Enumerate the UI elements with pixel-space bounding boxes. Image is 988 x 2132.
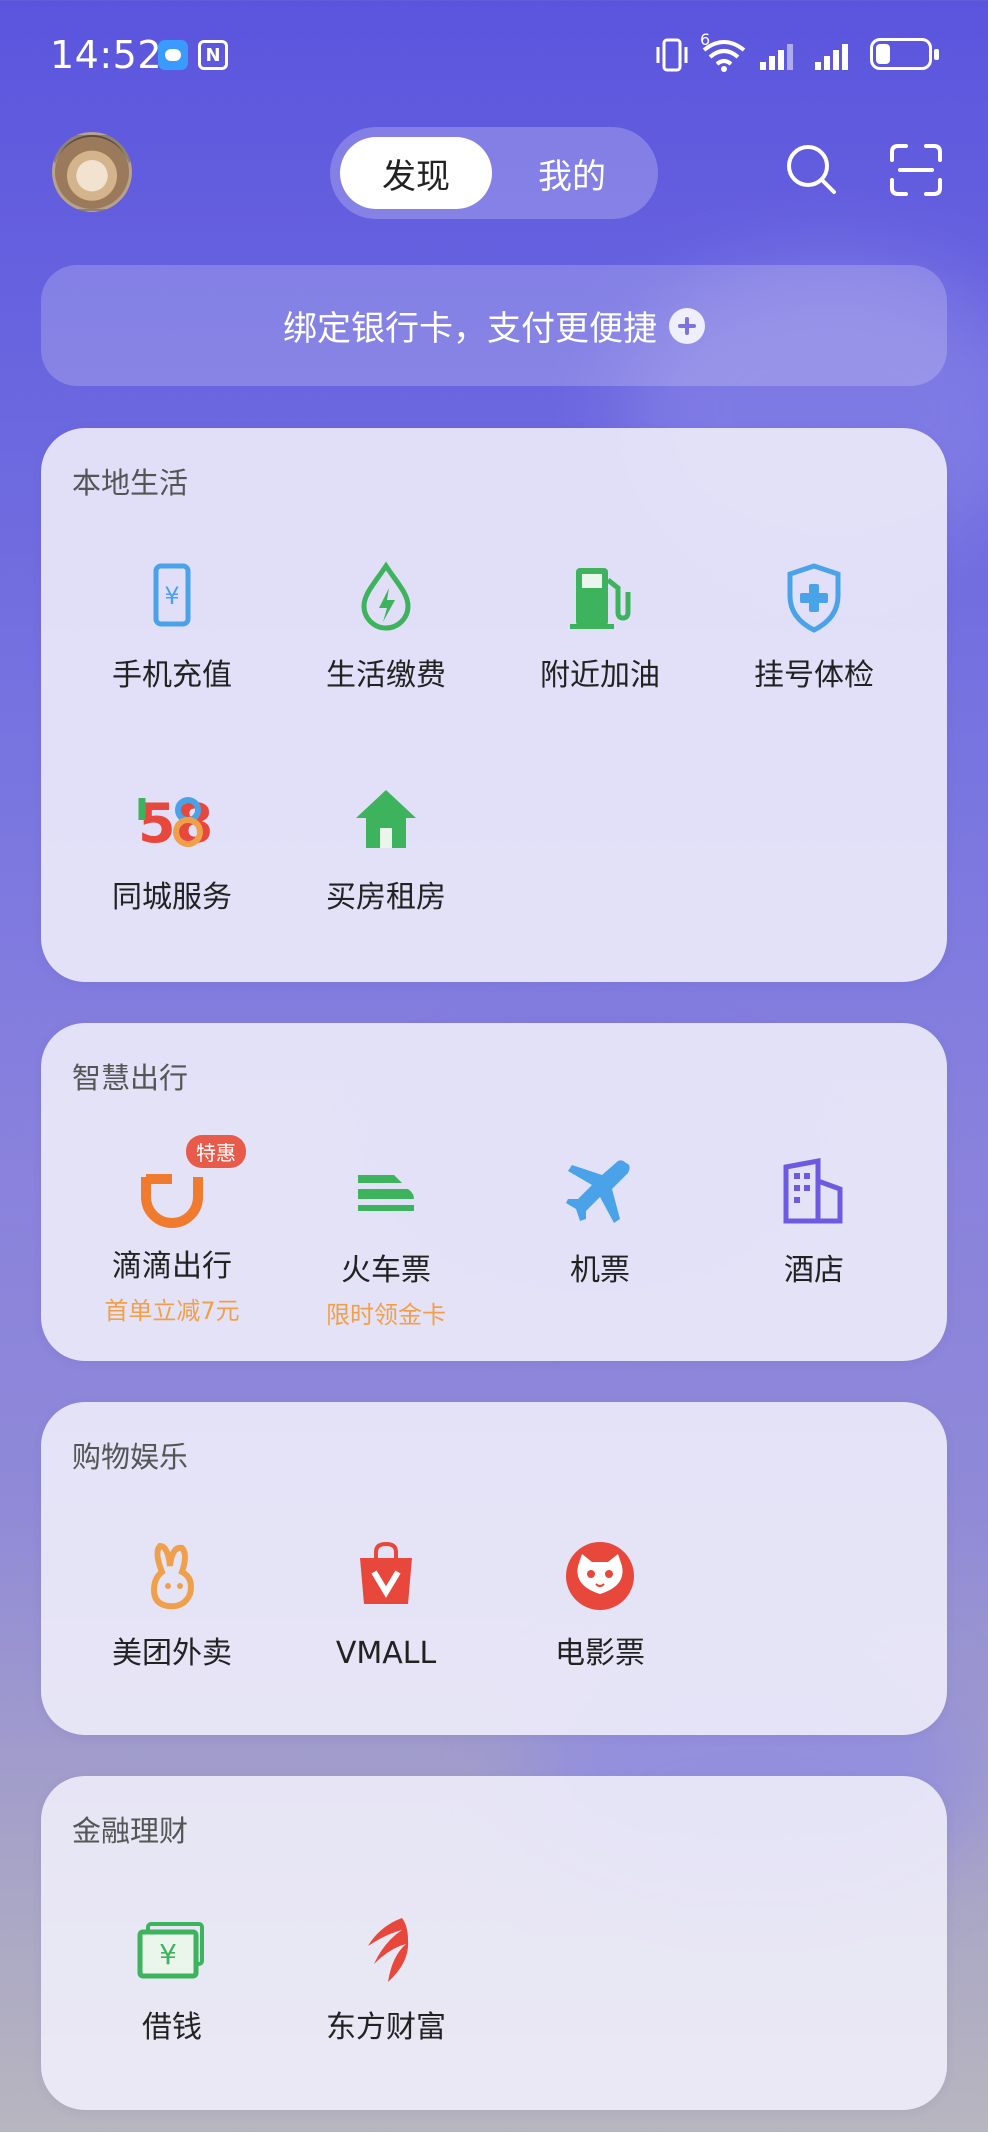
- search-icon[interactable]: [784, 142, 840, 198]
- vmall-bag-icon: [360, 1541, 412, 1604]
- bind-card-banner[interactable]: 绑定银行卡，支付更便捷: [41, 265, 947, 386]
- tile-utility-payment[interactable]: 生活缴费: [279, 558, 493, 696]
- tab-switcher: 发现 我的: [330, 127, 658, 219]
- phone-recharge-icon: ¥: [153, 563, 191, 627]
- tile-label: 美团外卖: [112, 1636, 232, 1671]
- tile-phone-recharge[interactable]: ¥ 手机充值: [65, 558, 279, 696]
- tile-label: 挂号体检: [754, 658, 874, 693]
- message-notification-icon: [158, 40, 188, 70]
- tile-label: 酒店: [784, 1253, 844, 1288]
- svg-text:58: 58: [138, 792, 212, 855]
- tile-label: 东方财富: [326, 2010, 446, 2045]
- tile-label: VMALL: [335, 1636, 437, 1671]
- medical-shield-icon: [787, 563, 841, 633]
- status-time: 14:52: [50, 33, 163, 77]
- tile-didi[interactable]: 特惠 滴滴出行 首单立减7元: [65, 1135, 279, 1326]
- tab-mine[interactable]: 我的: [496, 137, 648, 209]
- plus-circle-icon: [669, 307, 705, 344]
- wifi-6-label: 6: [700, 30, 711, 49]
- tile-promo: 首单立减7元: [104, 1297, 240, 1325]
- tile-label: 生活缴费: [326, 658, 446, 693]
- signal-1-icon: [760, 44, 793, 70]
- tile-meituan[interactable]: 美团外卖: [65, 1536, 279, 1674]
- tile-local-service[interactable]: 58 同城服务: [65, 780, 279, 918]
- hotel-icon: [783, 1157, 843, 1224]
- utility-payment-icon: [361, 561, 411, 631]
- svg-text:¥: ¥: [164, 582, 179, 610]
- tile-label: 电影票: [555, 1636, 645, 1671]
- eastmoney-icon: [368, 1918, 409, 1982]
- tile-vmall[interactable]: VMALL: [279, 1536, 493, 1674]
- avatar[interactable]: [52, 132, 132, 212]
- section-finance: 金融理财 ¥ 借钱 东方财富: [41, 1776, 947, 2110]
- train-icon: [358, 1175, 414, 1211]
- signal-2-icon: [815, 44, 848, 70]
- tile-movie[interactable]: 电影票: [493, 1536, 707, 1674]
- tab-discover[interactable]: 发现: [340, 137, 492, 209]
- airplane-icon: [566, 1160, 630, 1223]
- tile-medical[interactable]: 挂号体检: [707, 558, 921, 696]
- tile-eastmoney[interactable]: 东方财富: [279, 1910, 493, 2048]
- promo-badge: 特惠: [186, 1135, 246, 1168]
- tile-label: 附近加油: [540, 658, 660, 693]
- tile-label: 手机充值: [112, 658, 232, 693]
- tile-label: 火车票: [341, 1253, 431, 1288]
- tile-label: 借钱: [142, 2010, 202, 2045]
- section-shopping: 购物娱乐 美团外卖 VMALL 电影票: [41, 1402, 947, 1735]
- tile-flight[interactable]: 机票: [493, 1153, 707, 1291]
- vibrate-icon: [656, 38, 688, 72]
- movie-cat-icon: [566, 1542, 634, 1610]
- tile-housing[interactable]: 买房租房: [279, 780, 493, 918]
- tile-train[interactable]: 火车票 限时领金卡: [279, 1153, 493, 1330]
- status-bar: 14:52 N 6: [0, 0, 988, 110]
- section-local-life: 本地生活 ¥ 手机充值 生活缴费 附近加油 挂号体检 58 同城服务 买房租房: [41, 428, 947, 982]
- tile-label: 滴滴出行: [112, 1249, 232, 1284]
- battery-icon: [870, 38, 939, 70]
- tile-label: 买房租房: [326, 880, 446, 915]
- section-title: 智慧出行: [72, 1061, 189, 1095]
- section-travel: 智慧出行 特惠 滴滴出行 首单立减7元 火车票 限时领金卡 机票 酒店: [41, 1023, 947, 1361]
- 58-logo-icon: 58: [138, 792, 213, 855]
- tile-promo: 限时领金卡: [326, 1301, 446, 1329]
- money-icon: ¥: [137, 1922, 204, 1979]
- scan-icon[interactable]: [888, 142, 944, 198]
- tile-gas-station[interactable]: 附近加油: [493, 558, 707, 696]
- tile-borrow[interactable]: ¥ 借钱: [65, 1910, 279, 2048]
- bind-card-text: 绑定银行卡，支付更便捷: [283, 309, 657, 349]
- nfc-icon: N: [198, 40, 228, 70]
- gas-station-icon: [570, 568, 631, 629]
- section-title: 本地生活: [72, 466, 189, 500]
- tile-label: 机票: [570, 1253, 630, 1288]
- section-title: 购物娱乐: [72, 1440, 189, 1474]
- section-title: 金融理财: [72, 1814, 189, 1848]
- tile-label: 同城服务: [112, 880, 232, 915]
- meituan-icon: [150, 1542, 194, 1610]
- tile-hotel[interactable]: 酒店: [707, 1153, 921, 1291]
- house-icon: [356, 790, 416, 848]
- svg-text:¥: ¥: [159, 1938, 177, 1971]
